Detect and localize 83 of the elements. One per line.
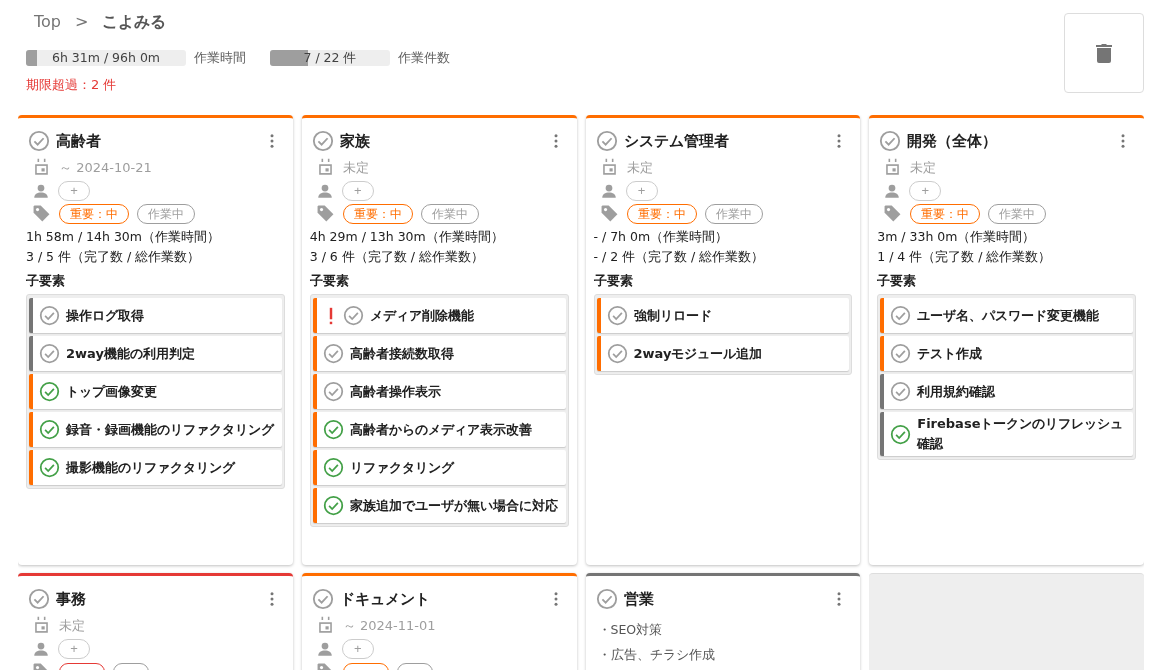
work-time-stat: - / 7h 0m（作業時間） bbox=[593, 229, 730, 245]
task-count-stat: - / 2 件（完了数 / 総作業数） bbox=[593, 249, 766, 265]
child-task-item[interactable]: 利用規約確認 bbox=[880, 374, 1133, 409]
children-heading: 子要素 bbox=[593, 273, 634, 290]
child-task-title: メディア削除機能 bbox=[369, 306, 474, 325]
check-circle-icon bbox=[879, 130, 902, 152]
child-task-item[interactable]: テスト作成 bbox=[880, 336, 1133, 371]
child-task-title: テスト作成 bbox=[917, 344, 983, 363]
progress-label: 作業件数 bbox=[398, 49, 450, 67]
calendar-icon bbox=[32, 158, 51, 177]
check-circle-icon bbox=[311, 588, 334, 610]
child-task-title: 2wayモジュール追加 bbox=[633, 344, 763, 363]
child-task-item[interactable]: Firebaseトークンのリフレッシュ確認 bbox=[880, 412, 1133, 456]
child-task-title: リファクタリング bbox=[349, 458, 454, 477]
child-task-item[interactable]: 操作ログ取得 bbox=[29, 298, 282, 333]
child-task-title: 利用規約確認 bbox=[917, 382, 996, 401]
children-heading: 子要素 bbox=[26, 273, 66, 290]
card-title: 高齢者 bbox=[56, 131, 102, 151]
work-time-stat: 1h 58m / 14h 30m（作業時間） bbox=[26, 229, 221, 245]
tag-icon bbox=[883, 204, 903, 223]
due-date: 未定 bbox=[342, 158, 369, 177]
due-date: 未定 bbox=[910, 158, 937, 177]
child-task-title: 高齢者接続数取得 bbox=[349, 344, 454, 363]
time-progress-bar: 6h 31m / 96h 0m bbox=[26, 50, 186, 66]
breadcrumb-current: こよみる bbox=[102, 12, 167, 33]
card-title: 家族 bbox=[339, 131, 371, 151]
child-task-item[interactable]: 高齢者操作表示 bbox=[312, 374, 566, 409]
check-circle-icon bbox=[28, 588, 50, 610]
children-heading: 子要素 bbox=[309, 273, 350, 290]
task-count-stat: 3 / 6 件（完了数 / 総作業数） bbox=[309, 249, 485, 265]
check-circle-icon bbox=[311, 130, 334, 152]
check-circle-icon bbox=[28, 130, 50, 152]
child-task-item[interactable]: リファクタリング bbox=[312, 450, 566, 485]
child-task-item[interactable]: メディア削除機能 bbox=[312, 298, 566, 333]
child-task-item[interactable]: 高齢者接続数取得 bbox=[312, 336, 566, 371]
child-task-item[interactable]: 2wayモジュール追加 bbox=[596, 336, 850, 371]
due-date: 未定 bbox=[59, 616, 85, 635]
breadcrumb-link[interactable]: Top bbox=[26, 12, 61, 31]
check-circle-icon bbox=[595, 130, 618, 152]
child-task-title: 操作ログ取得 bbox=[66, 306, 144, 325]
card-title: 事務 bbox=[56, 589, 87, 609]
child-task-item[interactable]: 録音・録画機能のリファクタリング bbox=[29, 412, 282, 447]
progress-label: 作業時間 bbox=[194, 49, 246, 67]
child-task-title: Firebaseトークンのリフレッシュ確認 bbox=[917, 415, 1125, 453]
card-title: システム管理者 bbox=[623, 131, 730, 151]
child-task-item[interactable]: 撮影機能のリファクタリング bbox=[29, 450, 282, 485]
card-title: 営業 bbox=[623, 589, 655, 609]
overdue-count: 期限超過：2 件 bbox=[26, 76, 118, 94]
child-task-item[interactable]: 家族追加でユーザが無い場合に対応 bbox=[312, 488, 566, 523]
tag-icon bbox=[315, 204, 335, 223]
calendar-icon bbox=[32, 616, 51, 635]
tag-icon bbox=[599, 204, 619, 223]
child-task-title: 撮影機能のリファクタリング bbox=[66, 458, 235, 477]
child-task-item[interactable]: ユーザ名、パスワード変更機能 bbox=[880, 298, 1133, 333]
child-task-item[interactable]: 高齢者からのメディア表示改善 bbox=[312, 412, 566, 447]
work-time-stat: 4h 29m / 13h 30m（作業時間） bbox=[309, 229, 505, 245]
work-time-stat: 3m / 33h 0m（作業時間） bbox=[877, 229, 1037, 245]
child-task-title: 高齢者操作表示 bbox=[349, 382, 441, 401]
child-task-title: 録音・録画機能のリファクタリング bbox=[66, 420, 274, 439]
child-task-item[interactable]: 2way機能の利用判定 bbox=[29, 336, 282, 371]
child-task-title: 家族追加でユーザが無い場合に対応 bbox=[349, 496, 558, 515]
tag-icon bbox=[32, 204, 51, 223]
child-task-title: ユーザ名、パスワード変更機能 bbox=[917, 306, 1100, 325]
breadcrumb-separator: > bbox=[75, 12, 89, 31]
children-heading: 子要素 bbox=[877, 273, 918, 290]
task-count-stat: 1 / 4 件（完了数 / 総作業数） bbox=[877, 249, 1053, 265]
card-title: ドキュメント bbox=[339, 589, 431, 609]
due-date: 未定 bbox=[626, 158, 653, 177]
child-task-title: 高齢者からのメディア表示改善 bbox=[349, 420, 532, 439]
trash-icon bbox=[1096, 43, 1112, 63]
child-task-item[interactable]: トップ画像変更 bbox=[29, 374, 282, 409]
due-date: ～ 2024-11-01 bbox=[342, 616, 436, 635]
child-task-title: 2way機能の利用判定 bbox=[66, 344, 195, 363]
check-circle-icon bbox=[595, 588, 618, 610]
note-line: ・広告、チラシ作成 bbox=[596, 647, 716, 664]
note-line: ・SEO対策 bbox=[596, 622, 664, 639]
due-date: ～ 2024-10-21 bbox=[59, 158, 152, 177]
child-task-title: トップ画像変更 bbox=[66, 382, 157, 401]
card-title: 開発（全体） bbox=[907, 131, 999, 151]
delete-button[interactable] bbox=[1064, 13, 1144, 93]
child-task-item[interactable]: 強制リロード bbox=[596, 298, 850, 333]
child-task-title: 強制リロード bbox=[633, 306, 712, 325]
task-count-stat: 3 / 5 件（完了数 / 総作業数） bbox=[26, 249, 202, 265]
